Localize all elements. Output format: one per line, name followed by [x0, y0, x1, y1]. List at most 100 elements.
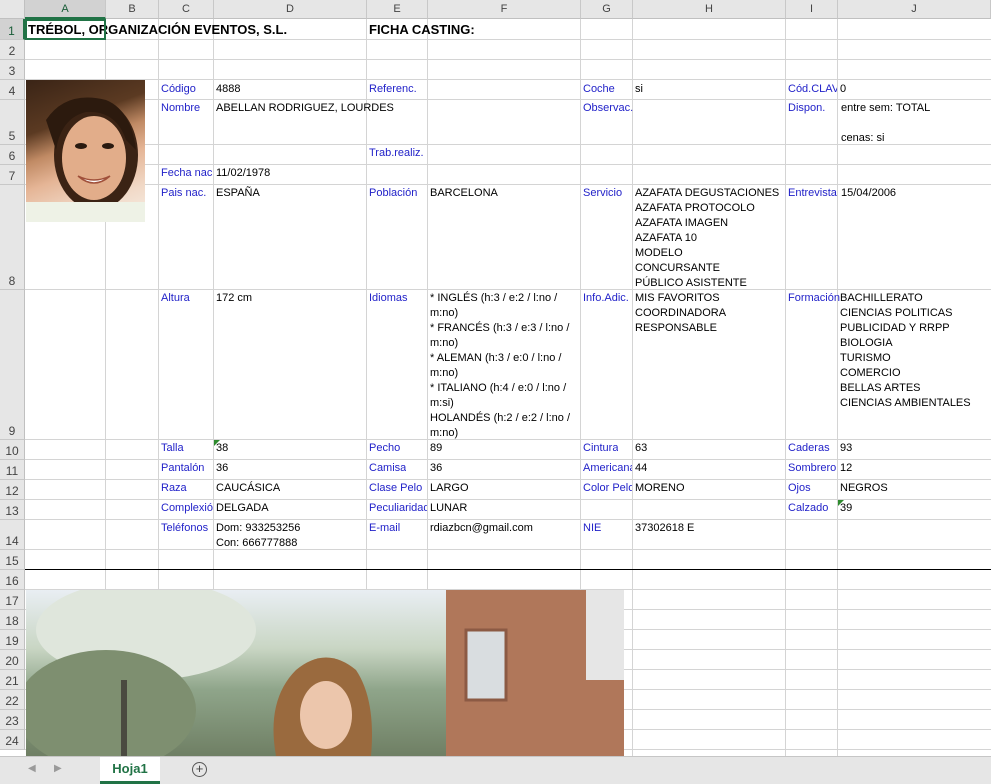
label-sombrero[interactable]: Sombrero: [788, 461, 836, 476]
label-telefonos[interactable]: Teléfonos: [161, 521, 213, 536]
value-email[interactable]: rdiazbcn@gmail.com: [430, 521, 533, 536]
value-nie[interactable]: 37302618 E: [635, 521, 694, 536]
label-peculiaridad[interactable]: Peculiaridad: [369, 501, 427, 516]
label-observac[interactable]: Observac.: [583, 101, 633, 116]
label-pantalon[interactable]: Pantalón: [161, 461, 204, 476]
row-header-9[interactable]: 9: [0, 290, 25, 440]
portrait-photo[interactable]: [26, 80, 145, 222]
row-header-24[interactable]: 24: [0, 730, 25, 750]
value-altura[interactable]: 172 cm: [216, 291, 252, 306]
label-color-pelo[interactable]: Color Pelo: [583, 481, 632, 496]
value-poblacion[interactable]: BARCELONA: [430, 186, 498, 201]
label-ojos[interactable]: Ojos: [788, 481, 811, 496]
row-header-2[interactable]: 2: [0, 40, 25, 60]
label-idiomas[interactable]: Idiomas: [369, 291, 408, 306]
column-header-a[interactable]: A: [25, 0, 106, 19]
column-header-c[interactable]: C: [159, 0, 214, 19]
label-trab-realiz[interactable]: Trab.realiz.: [369, 146, 424, 161]
row-header-15[interactable]: 15: [0, 550, 25, 570]
value-cintura[interactable]: 63: [635, 441, 647, 456]
row-header-8[interactable]: 8: [0, 185, 25, 290]
select-all-corner[interactable]: [0, 0, 25, 19]
value-coche[interactable]: si: [635, 82, 643, 97]
value-codigo[interactable]: 4888: [216, 82, 240, 97]
row-header-16[interactable]: 16: [0, 570, 25, 590]
row-header-18[interactable]: 18: [0, 610, 25, 630]
row-header-11[interactable]: 11: [0, 460, 25, 480]
row-header-10[interactable]: 10: [0, 440, 25, 460]
label-raza[interactable]: Raza: [161, 481, 187, 496]
value-sombrero[interactable]: 12: [840, 461, 852, 476]
company-title[interactable]: TRÉBOL, ORGANIZACIÓN EVENTOS, S.L.: [28, 21, 358, 39]
column-header-d[interactable]: D: [214, 0, 367, 19]
value-servicio[interactable]: AZAFATA DEGUSTACIONES AZAFATA PROTOCOLO …: [635, 186, 779, 291]
label-calzado[interactable]: Calzado: [788, 501, 828, 516]
label-email[interactable]: E-mail: [369, 521, 400, 536]
label-pais-nac[interactable]: Pais nac.: [161, 186, 206, 201]
label-coche[interactable]: Coche: [583, 82, 615, 97]
label-altura[interactable]: Altura: [161, 291, 190, 306]
value-calzado[interactable]: 39: [840, 501, 852, 516]
value-clase-pelo[interactable]: LARGO: [430, 481, 469, 496]
scroll-right-icon[interactable]: ▶: [54, 763, 62, 774]
column-header-i[interactable]: I: [786, 0, 838, 19]
value-idiomas[interactable]: * INGLÉS (h:3 / e:2 / l:no / m:no) * FRA…: [430, 291, 570, 441]
value-dispon[interactable]: entre sem: TOTAL cenas: si: [841, 101, 930, 146]
label-codigo[interactable]: Código: [161, 82, 196, 97]
row-header-1[interactable]: 1: [0, 19, 25, 40]
label-nie[interactable]: NIE: [583, 521, 601, 536]
label-formacion[interactable]: Formación: [788, 291, 840, 306]
value-peculiaridad[interactable]: LUNAR: [430, 501, 467, 516]
value-telefonos[interactable]: Dom: 933253256 Con: 666777888: [216, 521, 300, 551]
label-dispon[interactable]: Dispon.: [788, 101, 825, 116]
value-camisa[interactable]: 36: [430, 461, 442, 476]
sheet-tab-hoja1[interactable]: Hoja1: [100, 757, 160, 784]
label-americana[interactable]: Americana: [583, 461, 632, 476]
column-header-f[interactable]: F: [428, 0, 581, 19]
value-complexion[interactable]: DELGADA: [216, 501, 269, 516]
value-raza[interactable]: CAUCÁSICA: [216, 481, 280, 496]
value-talla[interactable]: 38: [216, 441, 228, 456]
scroll-left-icon[interactable]: ◀: [28, 763, 36, 774]
label-cod-clave[interactable]: Cód.CLAV: [788, 82, 837, 97]
spreadsheet-grid[interactable]: A B C D E F G H I J 1 2 3 4 5 6 7 8 9 10…: [0, 0, 991, 756]
label-cintura[interactable]: Cintura: [583, 441, 618, 456]
row-header-13[interactable]: 13: [0, 500, 25, 520]
row-header-19[interactable]: 19: [0, 630, 25, 650]
label-pecho[interactable]: Pecho: [369, 441, 400, 456]
label-entrevista[interactable]: Entrevista: [788, 186, 837, 201]
label-servicio[interactable]: Servicio: [583, 186, 622, 201]
label-complexion[interactable]: Complexión: [161, 501, 213, 516]
value-color-pelo[interactable]: MORENO: [635, 481, 685, 496]
label-referenc[interactable]: Referenc.: [369, 82, 425, 97]
row-header-23[interactable]: 23: [0, 710, 25, 730]
value-ojos[interactable]: NEGROS: [840, 481, 888, 496]
column-header-j[interactable]: J: [838, 0, 991, 19]
row-header-20[interactable]: 20: [0, 650, 25, 670]
label-fecha-nac[interactable]: Fecha nac: [161, 166, 213, 181]
label-camisa[interactable]: Camisa: [369, 461, 406, 476]
label-caderas[interactable]: Caderas: [788, 441, 830, 456]
row-header-6[interactable]: 6: [0, 145, 25, 165]
row-header-12[interactable]: 12: [0, 480, 25, 500]
row-header-21[interactable]: 21: [0, 670, 25, 690]
label-talla[interactable]: Talla: [161, 441, 184, 456]
row-header-14[interactable]: 14: [0, 520, 25, 550]
label-poblacion[interactable]: Población: [369, 186, 417, 201]
add-sheet-icon[interactable]: +: [192, 762, 207, 777]
row-header-22[interactable]: 22: [0, 690, 25, 710]
row-header-17[interactable]: 17: [0, 590, 25, 610]
column-header-b[interactable]: B: [106, 0, 159, 19]
row-header-3[interactable]: 3: [0, 60, 25, 80]
value-caderas[interactable]: 93: [840, 441, 852, 456]
column-header-g[interactable]: G: [581, 0, 633, 19]
value-nombre[interactable]: ABELLAN RODRIGUEZ, LOURDES: [216, 101, 394, 116]
value-info-adic[interactable]: MIS FAVORITOS COORDINADORA RESPONSABLE: [635, 291, 726, 336]
value-fecha-nac[interactable]: 11/02/1978: [216, 166, 270, 181]
value-pantalon[interactable]: 36: [216, 461, 228, 476]
value-cod-clave[interactable]: 0: [840, 82, 846, 97]
value-pecho[interactable]: 89: [430, 441, 442, 456]
column-header-e[interactable]: E: [367, 0, 428, 19]
label-clase-pelo[interactable]: Clase Pelo: [369, 481, 422, 496]
label-info-adic[interactable]: Info.Adic.: [583, 291, 629, 306]
